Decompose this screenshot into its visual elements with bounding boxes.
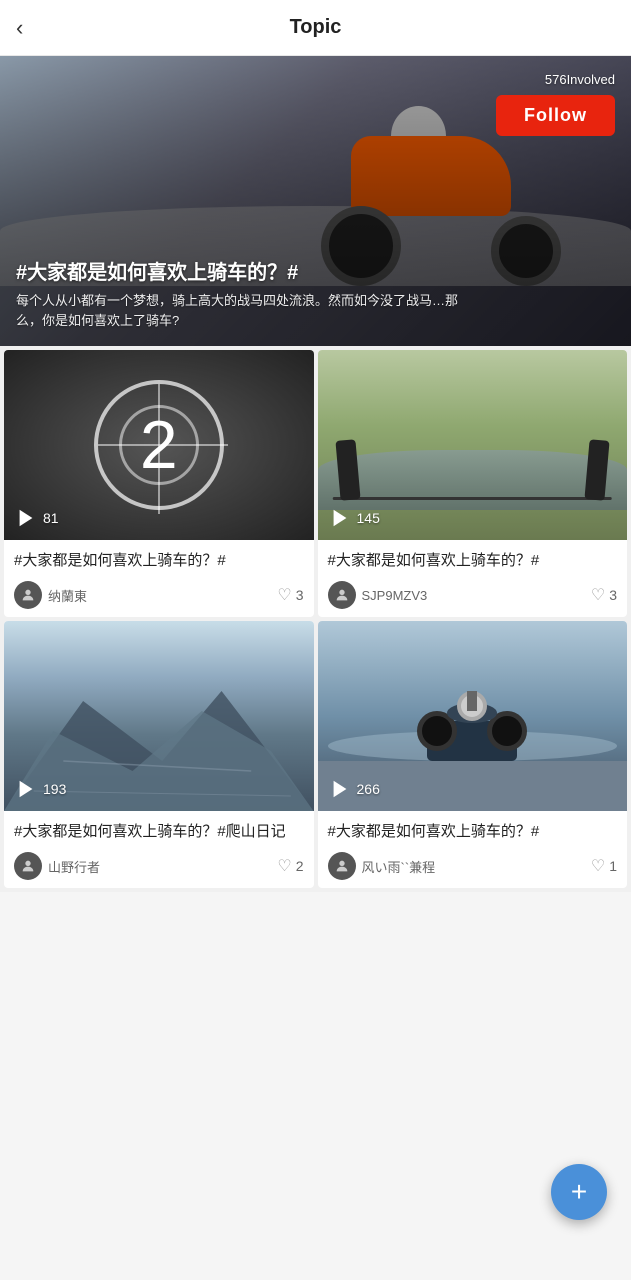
card-footer: 纳蘭東 ♡ 3 bbox=[14, 581, 304, 609]
card-thumbnail: 266 bbox=[318, 621, 628, 811]
heart-icon: ♡ bbox=[277, 585, 291, 605]
header: ‹ Topic bbox=[0, 0, 631, 56]
like-count: 1 bbox=[609, 858, 617, 874]
card-item[interactable]: 193 #大家都是如何喜欢上骑车的？#爬山日记 山野行者 ♡ 2 bbox=[4, 621, 314, 888]
play-icon bbox=[328, 506, 352, 530]
avatar bbox=[328, 581, 356, 609]
card-body: #大家都是如何喜欢上骑车的？# 纳蘭東 ♡ 3 bbox=[4, 540, 314, 617]
like-count: 3 bbox=[609, 587, 617, 603]
heart-icon: ♡ bbox=[591, 585, 605, 605]
follow-button[interactable]: Follow bbox=[496, 95, 615, 136]
like-row[interactable]: ♡ 1 bbox=[591, 856, 617, 876]
card-title: #大家都是如何喜欢上骑车的？# bbox=[14, 550, 304, 571]
involved-count: 576Involved bbox=[545, 72, 615, 87]
avatar bbox=[328, 852, 356, 880]
add-button[interactable]: + bbox=[551, 1164, 607, 1220]
hero-banner: 576Involved Follow #大家都是如何喜欢上骑车的？# 每个人从小… bbox=[0, 56, 631, 346]
like-count: 2 bbox=[296, 858, 304, 874]
username: 山野行者 bbox=[48, 857, 100, 876]
card-title: #大家都是如何喜欢上骑车的？# bbox=[328, 550, 618, 571]
like-row[interactable]: ♡ 3 bbox=[591, 585, 617, 605]
play-count: 266 bbox=[357, 781, 380, 797]
card-footer: SJP9MZV3 ♡ 3 bbox=[328, 581, 618, 609]
card-user: SJP9MZV3 bbox=[328, 581, 428, 609]
card-body: #大家都是如何喜欢上骑车的？# SJP9MZV3 ♡ 3 bbox=[318, 540, 628, 617]
hero-info: #大家都是如何喜欢上骑车的？# 每个人从小都有一个梦想，骑上高大的战马四处流浪。… bbox=[0, 244, 631, 346]
card-title: #大家都是如何喜欢上骑车的？#爬山日记 bbox=[14, 821, 304, 842]
hero-title: #大家都是如何喜欢上骑车的？# bbox=[16, 256, 615, 285]
back-button[interactable]: ‹ bbox=[16, 15, 52, 41]
like-row[interactable]: ♡ 2 bbox=[277, 856, 303, 876]
card-thumbnail: 145 bbox=[318, 350, 628, 540]
page-title: Topic bbox=[290, 16, 342, 39]
card-title: #大家都是如何喜欢上骑车的？# bbox=[328, 821, 618, 842]
card-thumbnail: 193 bbox=[4, 621, 314, 811]
avatar bbox=[14, 852, 42, 880]
card-user: 风い雨``兼程 bbox=[328, 852, 436, 880]
play-icon bbox=[14, 777, 38, 801]
card-thumbnail: 2 81 bbox=[4, 350, 314, 540]
card-user: 山野行者 bbox=[14, 852, 100, 880]
card-item[interactable]: 266 #大家都是如何喜欢上骑车的？# 风い雨``兼程 ♡ 1 bbox=[318, 621, 628, 888]
follow-section: 576Involved Follow bbox=[496, 72, 615, 136]
card-footer: 风い雨``兼程 ♡ 1 bbox=[328, 852, 618, 880]
username: 纳蘭東 bbox=[48, 586, 87, 605]
heart-icon: ♡ bbox=[277, 856, 291, 876]
like-row[interactable]: ♡ 3 bbox=[277, 585, 303, 605]
card-item[interactable]: 2 81 #大家都是如何喜欢上骑车的？# 纳蘭東 bbox=[4, 350, 314, 617]
heart-icon: ♡ bbox=[591, 856, 605, 876]
card-body: #大家都是如何喜欢上骑车的？# 风い雨``兼程 ♡ 1 bbox=[318, 811, 628, 888]
play-count: 193 bbox=[43, 781, 66, 797]
card-item[interactable]: 145 #大家都是如何喜欢上骑车的？# SJP9MZV3 ♡ 3 bbox=[318, 350, 628, 617]
username: SJP9MZV3 bbox=[362, 588, 428, 603]
hero-description: 每个人从小都有一个梦想，骑上高大的战马四处流浪。然而如今没了战马…那么，你是如何… bbox=[16, 291, 476, 330]
username: 风い雨``兼程 bbox=[362, 857, 436, 876]
card-body: #大家都是如何喜欢上骑车的？#爬山日记 山野行者 ♡ 2 bbox=[4, 811, 314, 888]
like-count: 3 bbox=[296, 587, 304, 603]
add-icon: + bbox=[571, 1178, 587, 1206]
card-footer: 山野行者 ♡ 2 bbox=[14, 852, 304, 880]
avatar bbox=[14, 581, 42, 609]
card-user: 纳蘭東 bbox=[14, 581, 87, 609]
play-count: 81 bbox=[43, 510, 59, 526]
content-grid: 2 81 #大家都是如何喜欢上骑车的？# 纳蘭東 bbox=[0, 346, 631, 892]
play-icon bbox=[328, 777, 352, 801]
play-count: 145 bbox=[357, 510, 380, 526]
play-icon bbox=[14, 506, 38, 530]
